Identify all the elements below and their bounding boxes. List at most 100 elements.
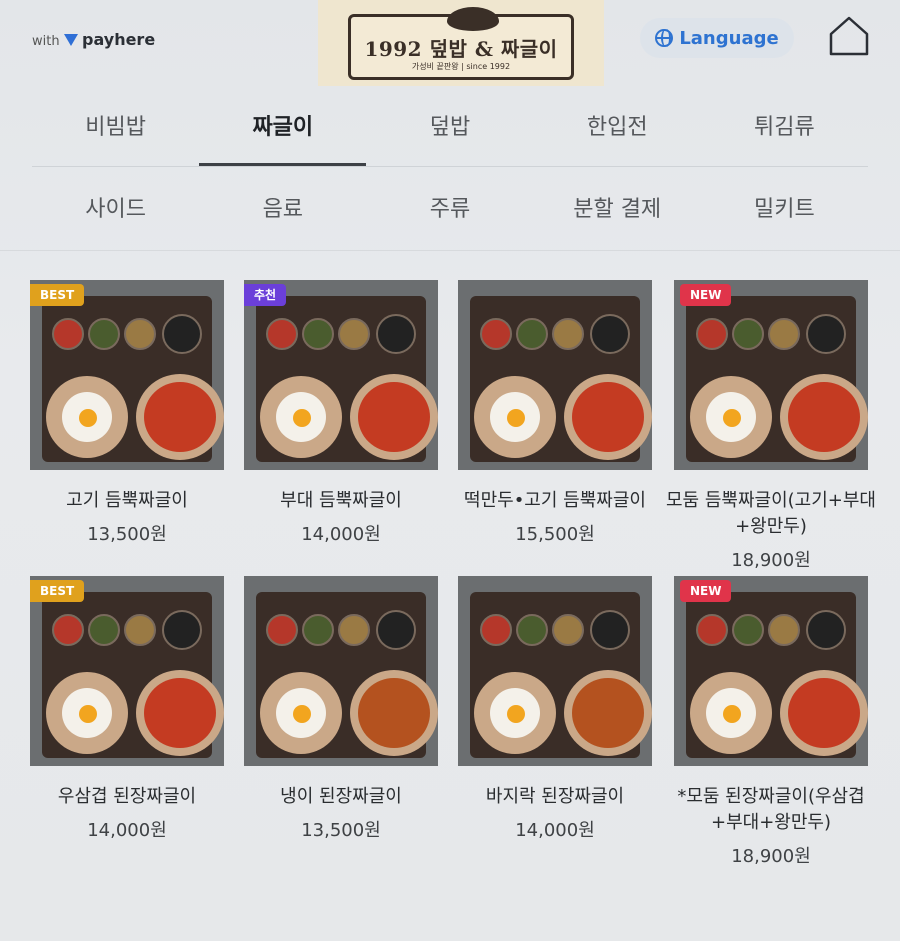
side-dish bbox=[768, 318, 800, 350]
tab-tabs_row1-4[interactable]: 튀김류 bbox=[701, 100, 868, 166]
tray-image bbox=[470, 296, 652, 462]
rice-bowl bbox=[474, 376, 556, 458]
language-button[interactable]: Language bbox=[640, 18, 794, 58]
side-dish bbox=[266, 318, 298, 350]
menu-item-photo bbox=[458, 280, 652, 470]
menu-item-photo bbox=[244, 576, 438, 766]
logo-subtitle: 가성비 끝판왕 | since 1992 bbox=[411, 62, 511, 71]
side-dish bbox=[806, 314, 846, 354]
side-dish bbox=[338, 614, 370, 646]
tab-tabs_row1-3[interactable]: 한입전 bbox=[534, 100, 701, 166]
stew-bowl bbox=[780, 374, 868, 460]
category-tabs-secondary: 사이드 음료 주류 분할 결제 밀키트 bbox=[32, 182, 868, 238]
bowl-icon bbox=[447, 7, 499, 31]
menu-item-price: 14,000원 bbox=[301, 524, 381, 545]
logo-frame: 1992 덮밥 & 짜글이 가성비 끝판왕 | since 1992 bbox=[348, 7, 574, 80]
menu-item-price: 15,500원 bbox=[515, 524, 595, 545]
menu-item[interactable]: NEW *모둠 된장짜글이(우삼겹+부대+왕만두) 18,900원 bbox=[674, 576, 868, 868]
menu-item-badge: BEST bbox=[30, 284, 85, 306]
menu-item-name: 바지락 된장짜글이 bbox=[485, 786, 625, 807]
tab-tabs_row1-1[interactable]: 짜글이 bbox=[199, 100, 367, 166]
menu-item-photo: NEW bbox=[674, 280, 868, 470]
side-dish bbox=[88, 318, 120, 350]
side-dish bbox=[696, 318, 728, 350]
side-dish bbox=[124, 614, 156, 646]
side-dish bbox=[124, 318, 156, 350]
payhere-icon bbox=[64, 34, 78, 46]
menu-item-photo: BEST bbox=[30, 280, 224, 470]
menu-item-photo: 추천 bbox=[244, 280, 438, 470]
home-button[interactable] bbox=[826, 14, 872, 58]
category-tabs-primary: 비빔밥 짜글이 덮밥 한입전 튀김류 bbox=[32, 100, 868, 166]
payhere-label: payhere bbox=[82, 30, 156, 49]
tab-tabs_row2-1[interactable]: 음료 bbox=[199, 182, 366, 238]
menu-item-name: 우삼겹 된장짜글이 bbox=[57, 786, 197, 807]
menu-item-badge: NEW bbox=[680, 284, 732, 306]
side-dish bbox=[732, 614, 764, 646]
tabs-divider bbox=[32, 166, 868, 167]
menu-item-badge: NEW bbox=[680, 580, 732, 602]
side-dish bbox=[768, 614, 800, 646]
menu-item[interactable]: NEW 모둠 듬뿍짜글이(고기+부대+왕만두) 18,900원 bbox=[666, 280, 876, 572]
menu-item-badge: 추천 bbox=[244, 284, 287, 306]
tray-image bbox=[686, 592, 868, 758]
tab-tabs_row2-0[interactable]: 사이드 bbox=[32, 182, 199, 238]
menu-item-photo: BEST bbox=[30, 576, 224, 766]
logo-title: 1992 덮밥 & 짜글이 bbox=[364, 37, 558, 61]
side-dish bbox=[806, 610, 846, 650]
menu-item[interactable]: 바지락 된장짜글이 14,000원 bbox=[458, 576, 652, 842]
side-dish bbox=[338, 318, 370, 350]
menu-item[interactable]: 추천 부대 듬뿍짜글이 14,000원 bbox=[244, 280, 438, 546]
menu-item-price: 14,000원 bbox=[515, 820, 595, 841]
menu-item-photo bbox=[458, 576, 652, 766]
menu-item-price: 13,500원 bbox=[87, 524, 167, 545]
menu-item-name: 고기 듬뿍짜글이 bbox=[66, 490, 188, 511]
menu-item-name: 모둠 듬뿍짜글이(고기+부대+왕만두) bbox=[666, 490, 876, 537]
side-dish bbox=[516, 614, 548, 646]
tab-tabs_row1-0[interactable]: 비빔밥 bbox=[32, 100, 199, 166]
tray-image bbox=[256, 296, 438, 462]
menu-item-price: 13,500원 bbox=[301, 820, 381, 841]
side-dish bbox=[590, 610, 630, 650]
header: with payhere 1992 덮밥 & 짜글이 가성비 끝판왕 | sin… bbox=[0, 0, 900, 92]
side-dish bbox=[302, 614, 334, 646]
stew-bowl bbox=[136, 670, 224, 756]
side-dish bbox=[88, 614, 120, 646]
with-label: with bbox=[32, 34, 60, 49]
globe-icon bbox=[655, 29, 674, 47]
side-dish bbox=[162, 314, 202, 354]
tray-image bbox=[256, 592, 438, 758]
rice-bowl bbox=[46, 672, 128, 754]
stew-bowl bbox=[350, 670, 438, 756]
menu-item[interactable]: 냉이 된장짜글이 13,500원 bbox=[244, 576, 438, 842]
side-dish bbox=[480, 318, 512, 350]
menu-item[interactable]: BEST 고기 듬뿍짜글이 13,500원 bbox=[30, 280, 224, 546]
rice-bowl bbox=[260, 376, 342, 458]
rice-bowl bbox=[690, 672, 772, 754]
rice-bowl bbox=[690, 376, 772, 458]
tray-image bbox=[42, 592, 224, 758]
side-dish bbox=[52, 318, 84, 350]
side-dish bbox=[376, 314, 416, 354]
stew-bowl bbox=[136, 374, 224, 460]
rice-bowl bbox=[260, 672, 342, 754]
rice-bowl bbox=[474, 672, 556, 754]
payhere-logo: payhere bbox=[64, 30, 155, 49]
stew-bowl bbox=[350, 374, 438, 460]
tab-tabs_row2-3[interactable]: 분할 결제 bbox=[534, 182, 701, 238]
stew-bowl bbox=[564, 374, 652, 460]
menu-item-photo: NEW bbox=[674, 576, 868, 766]
menu-item[interactable]: 떡만두•고기 듬뿍짜글이 15,500원 bbox=[458, 280, 652, 546]
tab-tabs_row1-2[interactable]: 덮밥 bbox=[366, 100, 533, 166]
tray-image bbox=[42, 296, 224, 462]
menu-item-price: 18,900원 bbox=[731, 550, 811, 571]
home-icon bbox=[829, 16, 869, 56]
tab-tabs_row2-4[interactable]: 밀키트 bbox=[701, 182, 868, 238]
menu-item-name: 떡만두•고기 듬뿍짜글이 bbox=[464, 490, 646, 511]
tab-tabs_row2-2[interactable]: 주류 bbox=[366, 182, 533, 238]
menu-item-name: *모둠 된장짜글이(우삼겹+부대+왕만두) bbox=[677, 786, 865, 833]
language-label: Language bbox=[679, 27, 779, 49]
menu-item[interactable]: BEST 우삼겹 된장짜글이 14,000원 bbox=[30, 576, 224, 842]
side-dish bbox=[552, 614, 584, 646]
menu-divider bbox=[0, 250, 900, 251]
